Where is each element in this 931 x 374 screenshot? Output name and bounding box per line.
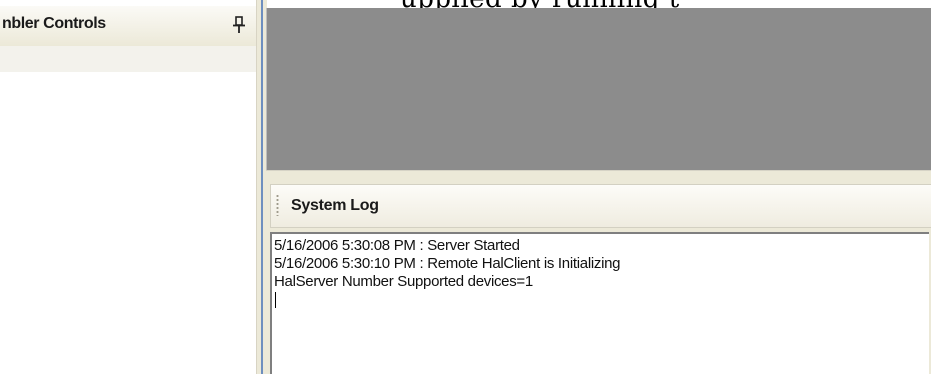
log-line: 5/16/2006 5:30:08 PM : Server Started	[274, 237, 520, 254]
controls-panel-title: nbler Controls	[2, 15, 106, 32]
application-window: upplied by running t nbler Controls Syst…	[0, 0, 931, 374]
splitter-line	[261, 0, 263, 374]
system-log-title: System Log	[291, 197, 379, 214]
workspace-area	[266, 8, 931, 170]
system-log-textbox[interactable]: 5/16/2006 5:30:08 PM : Server Started 5/…	[270, 232, 929, 374]
text-caret	[275, 292, 276, 308]
controls-panel: nbler Controls	[0, 0, 258, 374]
system-log-panel: System Log 5/16/2006 5:30:08 PM : Server…	[266, 180, 931, 374]
pin-icon[interactable]	[232, 16, 246, 34]
controls-panel-header: nbler Controls	[0, 6, 256, 47]
log-line: HalServer Number Supported devices=1	[274, 273, 533, 290]
grip-handle-icon[interactable]	[276, 194, 279, 216]
system-log-header: System Log	[270, 184, 931, 228]
log-line: 5/16/2006 5:30:10 PM : Remote HalClient …	[274, 255, 621, 272]
controls-panel-strip	[0, 46, 256, 72]
